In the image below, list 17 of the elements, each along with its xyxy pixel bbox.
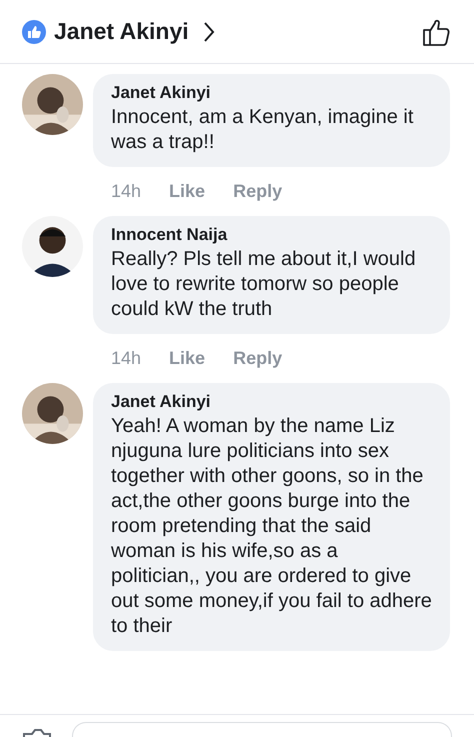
camera-icon[interactable] <box>22 729 52 737</box>
comment-text: Innocent, am a Kenyan, imagine it was a trap!! <box>111 105 414 155</box>
comment-action-link[interactable]: Reply <box>233 348 282 369</box>
comment-author[interactable]: Innocent Naija <box>111 225 432 245</box>
comment-time: 14h <box>111 348 142 369</box>
comment-author[interactable]: Janet Akinyi <box>111 392 432 412</box>
comment-author[interactable]: Janet Akinyi <box>111 83 432 103</box>
comment-action-link[interactable]: Reply <box>233 181 282 202</box>
comment-text: Really? Pls tell me about it,I would love to rewrite tomorw so people could kW the truth <box>111 247 417 322</box>
comment-action-link[interactable]: Like <box>169 181 206 202</box>
like-icon <box>22 20 46 44</box>
comment-action-link[interactable]: Like <box>169 348 206 369</box>
comment-input-field[interactable] <box>72 722 452 737</box>
chevron-right-icon[interactable] <box>202 20 215 42</box>
comment-time: 14h <box>111 181 142 202</box>
page-title: Janet Akinyi <box>54 18 189 45</box>
comment-text: Yeah! A woman by the name Liz njuguna lure politicians into sex together with other goons, so in the act,the other goons burge into the room pretending that the said woman is his wife,so as a politician,, you are ordered to give out some money,if you fail to adhere to their <box>111 414 432 639</box>
